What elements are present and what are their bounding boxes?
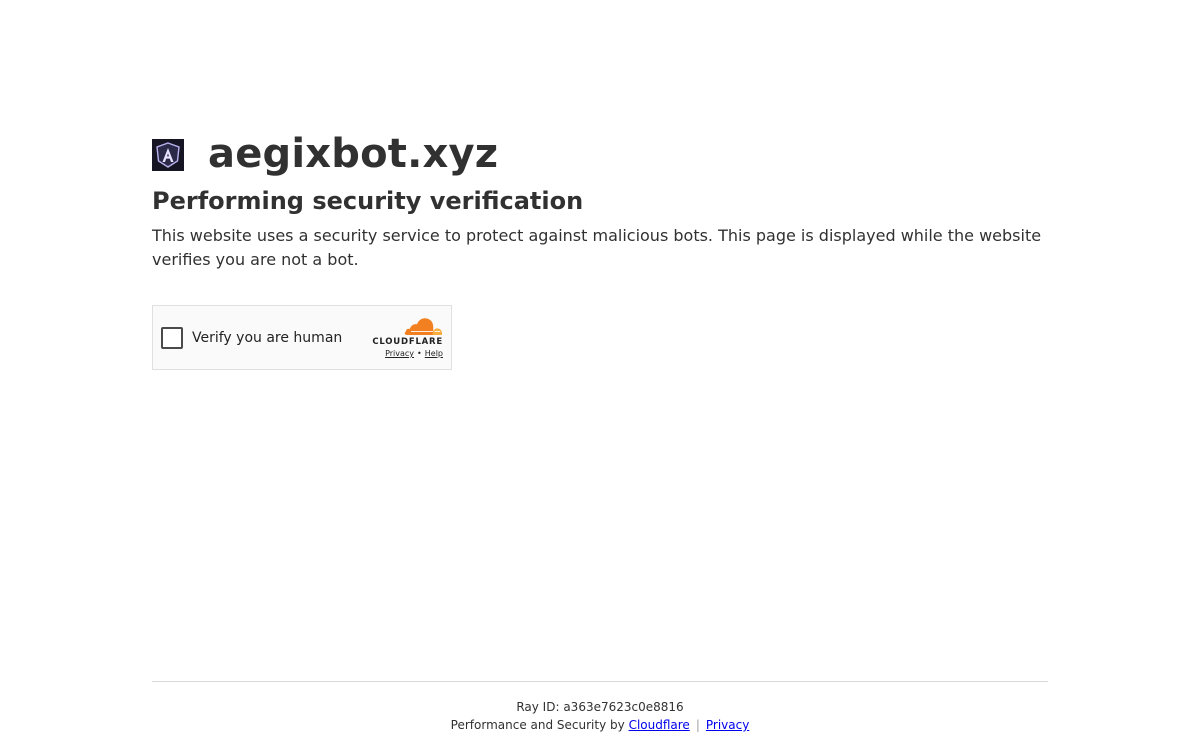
performance-text: Performance and Security by xyxy=(450,718,625,732)
performance-line: Performance and Security by Cloudflare | P… xyxy=(152,718,1048,732)
ray-id-line: Ray ID: a363e7623c0e8816 xyxy=(152,700,1048,714)
footer-separator: | xyxy=(695,718,700,732)
ray-id-label: Ray ID: xyxy=(516,700,560,714)
footer-privacy-link[interactable]: Privacy xyxy=(706,718,749,732)
widget-link-separator: • xyxy=(417,349,422,358)
challenge-page: aegixbot.xyz Performing security verific… xyxy=(0,0,1200,750)
ray-id-value: a363e7623c0e8816 xyxy=(563,700,684,714)
site-header: aegixbot.xyz xyxy=(152,128,1048,180)
turnstile-widget: Verify you are human CLOUDFLARE Privacy •… xyxy=(152,305,452,370)
main-content: aegixbot.xyz Performing security verific… xyxy=(152,128,1048,370)
page-footer: Ray ID: a363e7623c0e8816 Performance and… xyxy=(152,681,1048,732)
cloudflare-wordmark: CLOUDFLARE xyxy=(372,337,443,347)
cloudflare-brand: CLOUDFLARE Privacy • Help xyxy=(367,316,443,359)
aegix-shield-logo-icon xyxy=(152,139,184,171)
verify-human-label[interactable]: Verify you are human xyxy=(192,330,342,346)
page-title: Performing security verification xyxy=(152,187,584,215)
widget-links: Privacy • Help xyxy=(385,349,443,359)
cloudflare-link[interactable]: Cloudflare xyxy=(629,718,690,732)
site-name: aegixbot.xyz xyxy=(208,131,499,177)
cloudflare-cloud-icon xyxy=(404,318,442,335)
verify-human-checkbox[interactable] xyxy=(161,326,183,349)
widget-help-link[interactable]: Help xyxy=(425,349,443,358)
widget-privacy-link[interactable]: Privacy xyxy=(385,349,414,358)
challenge-description: This website uses a security service to … xyxy=(152,226,1042,269)
